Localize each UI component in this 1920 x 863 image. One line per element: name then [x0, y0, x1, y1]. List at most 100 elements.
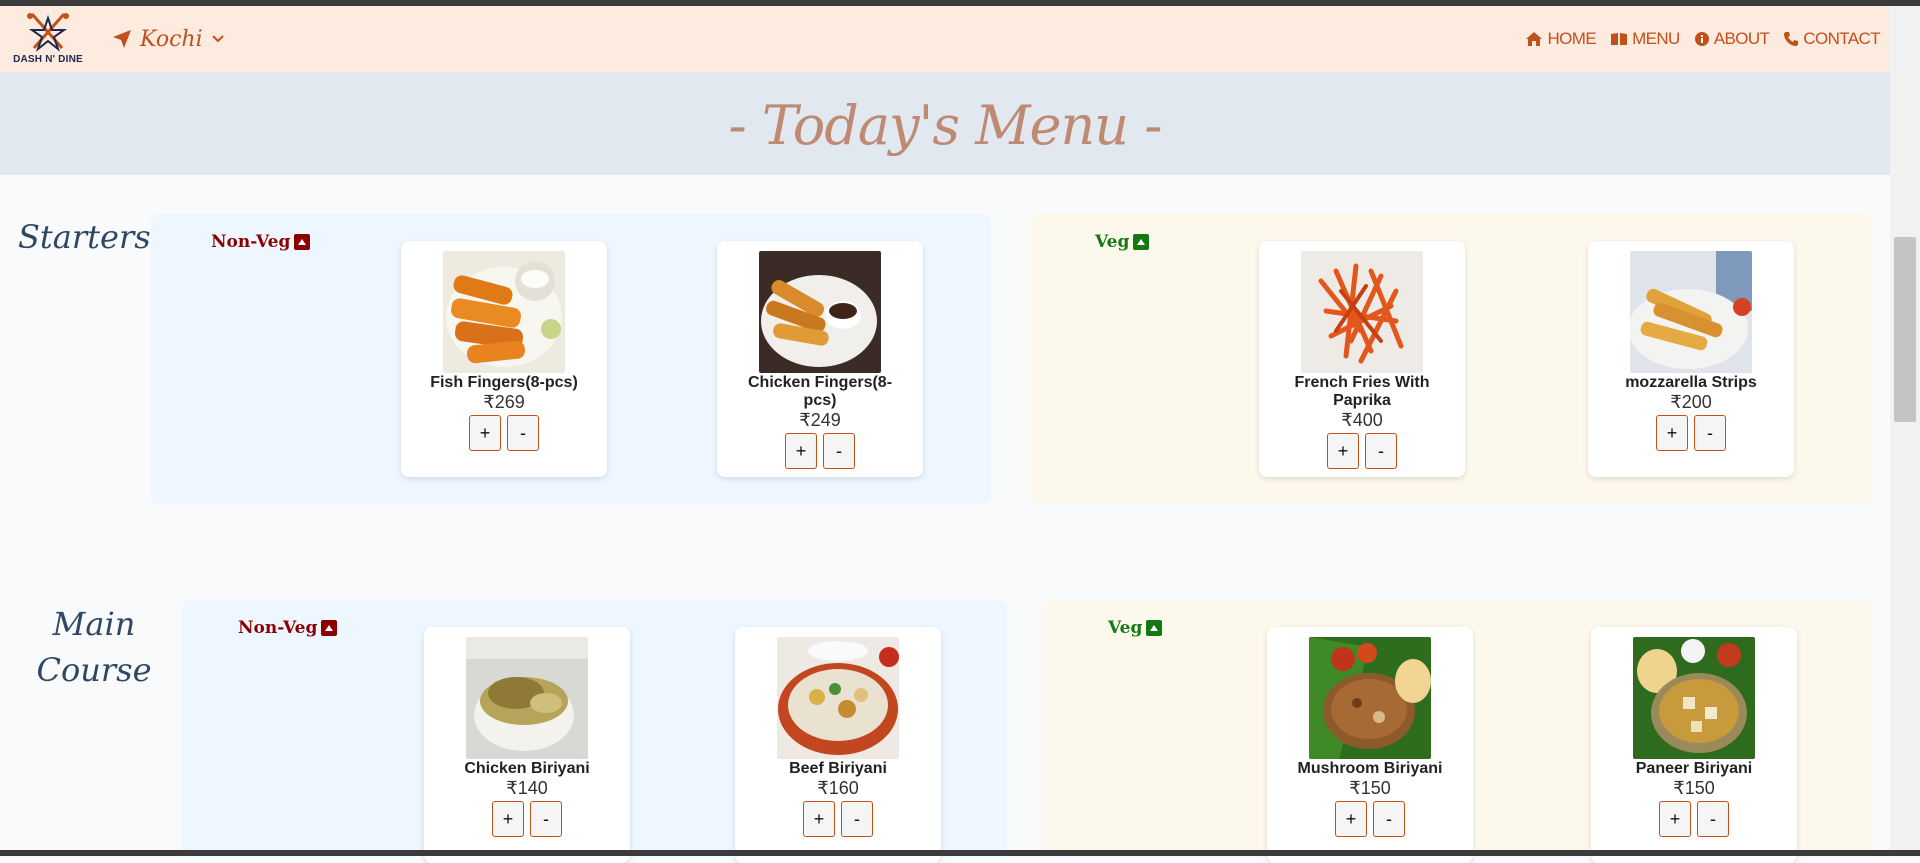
location-selector[interactable]: Kochi	[112, 24, 225, 54]
remove-button[interactable]: -	[823, 433, 855, 469]
food-image-french-fries	[1301, 251, 1423, 373]
menu-item-card: Chicken Biriyani ₹140 + -	[424, 627, 630, 863]
add-button[interactable]: +	[1327, 433, 1359, 469]
item-name: French Fries With Paprika	[1294, 374, 1430, 409]
nav-links: HOME MENU ABOUT CONTACT	[1525, 24, 1881, 54]
add-button[interactable]: +	[492, 801, 524, 837]
item-price: ₹140	[506, 778, 548, 798]
scrollbar-thumb[interactable]	[1894, 237, 1916, 422]
qty-controls: + -	[1588, 415, 1794, 451]
nav-contact[interactable]: CONTACT	[1783, 29, 1881, 49]
category-label-nonveg: Non-Veg	[211, 232, 311, 252]
menu-item-card: Paneer Biriyani ₹150 + -	[1591, 627, 1797, 863]
nav-home-label: HOME	[1547, 29, 1597, 48]
category-label-text: Non-Veg	[238, 618, 318, 638]
category-label-veg: Veg	[1108, 618, 1163, 638]
nav-menu-label: MENU	[1632, 29, 1680, 48]
nav-contact-label: CONTACT	[1803, 29, 1880, 48]
item-price: ₹200	[1670, 392, 1712, 412]
qty-controls: + -	[424, 801, 630, 837]
section-title-starters: Starters	[18, 218, 151, 256]
remove-button[interactable]: -	[841, 801, 873, 837]
add-button[interactable]: +	[1335, 801, 1367, 837]
item-name: Chicken Biriyani	[464, 760, 590, 777]
add-button[interactable]: +	[469, 415, 501, 451]
add-button[interactable]: +	[1656, 415, 1688, 451]
nonveg-triangle-icon	[321, 620, 338, 636]
nav-about-label: ABOUT	[1713, 29, 1770, 48]
info-icon	[1694, 32, 1709, 46]
logo-icon	[27, 13, 69, 52]
menu-item-card: Chicken Fingers(8-pcs) ₹249 + -	[717, 241, 923, 477]
item-price: ₹269	[483, 392, 525, 412]
category-label-veg: Veg	[1095, 232, 1150, 252]
remove-button[interactable]: -	[507, 415, 539, 451]
remove-button[interactable]: -	[1373, 801, 1405, 837]
add-button[interactable]: +	[1659, 801, 1691, 837]
phone-icon	[1784, 32, 1799, 46]
nav-home[interactable]: HOME	[1525, 29, 1597, 49]
veg-triangle-icon	[1133, 234, 1150, 250]
remove-button[interactable]: -	[1365, 433, 1397, 469]
menu-item-card: Mushroom Biriyani ₹150 + -	[1267, 627, 1473, 863]
item-price: ₹400	[1341, 410, 1383, 430]
nav-menu[interactable]: MENU	[1610, 29, 1680, 49]
item-name: Mushroom Biriyani	[1297, 760, 1443, 777]
location-arrow-icon	[113, 30, 131, 48]
page-title: - Today's Menu -	[728, 93, 1163, 157]
menu-item-card: mozzarella Strips ₹200 + -	[1588, 241, 1794, 477]
remove-button[interactable]: -	[1697, 801, 1729, 837]
menu-item-card: French Fries With Paprika ₹400 + -	[1259, 241, 1465, 477]
location-city: Kochi	[140, 26, 203, 52]
food-image-beef-biriyani	[777, 637, 899, 759]
section-title-main-course: Main Course	[34, 601, 154, 693]
food-image-paneer-biriyani	[1633, 637, 1755, 759]
item-price: ₹150	[1673, 778, 1715, 798]
main-veg-panel: Veg Mushroom Biriyani ₹150 + - Paneer Bi…	[1044, 600, 1872, 863]
brand-logo[interactable]: DASH N' DINE	[8, 10, 88, 70]
category-label-text: Veg	[1095, 232, 1130, 252]
section-title-line1: Main	[52, 605, 136, 643]
veg-triangle-icon	[1146, 620, 1163, 636]
qty-controls: + -	[1259, 433, 1465, 469]
book-open-icon	[1611, 33, 1628, 45]
navbar: DASH N' DINE Kochi HOME MENU ABOUT CONTA…	[0, 6, 1890, 75]
item-name: Fish Fingers(8-pcs)	[430, 374, 578, 391]
remove-button[interactable]: -	[530, 801, 562, 837]
qty-controls: + -	[401, 415, 607, 451]
item-name: Chicken Fingers(8-pcs)	[747, 374, 893, 409]
item-name: Beef Biriyani	[789, 760, 887, 777]
starters-veg-panel: Veg French Fries With Paprika ₹400 + - m…	[1030, 214, 1872, 504]
section-title-line2: Course	[36, 651, 152, 689]
food-image-mozzarella-strips	[1630, 251, 1752, 373]
food-image-chicken-biriyani	[466, 637, 588, 759]
chevron-down-icon	[211, 35, 224, 43]
home-icon	[1526, 32, 1543, 46]
item-name: Paneer Biriyani	[1635, 760, 1753, 777]
menu-item-card: Beef Biriyani ₹160 + -	[735, 627, 941, 863]
nonveg-triangle-icon	[294, 234, 311, 250]
qty-controls: + -	[1591, 801, 1797, 837]
starters-nonveg-panel: Non-Veg Fish Fingers(8-pcs) ₹269 + - Chi…	[151, 214, 991, 504]
category-label-nonveg: Non-Veg	[238, 618, 338, 638]
food-image-fish-fingers	[443, 251, 565, 373]
hero-banner: - Today's Menu -	[0, 75, 1890, 175]
vertical-scrollbar[interactable]	[1890, 6, 1920, 850]
category-label-text: Veg	[1108, 618, 1143, 638]
add-button[interactable]: +	[803, 801, 835, 837]
window-bottom-border	[0, 850, 1920, 856]
item-price: ₹150	[1349, 778, 1391, 798]
item-price: ₹249	[799, 410, 841, 430]
main-nonveg-panel: Non-Veg Chicken Biriyani ₹140 + - Beef B…	[182, 600, 1007, 863]
logo-text: DASH N' DINE	[13, 54, 83, 65]
menu-item-card: Fish Fingers(8-pcs) ₹269 + -	[401, 241, 607, 477]
category-label-text: Non-Veg	[211, 232, 291, 252]
remove-button[interactable]: -	[1694, 415, 1726, 451]
qty-controls: + -	[735, 801, 941, 837]
food-image-chicken-fingers	[759, 251, 881, 373]
nav-about[interactable]: ABOUT	[1694, 29, 1770, 49]
add-button[interactable]: +	[785, 433, 817, 469]
item-name: mozzarella Strips	[1625, 374, 1757, 391]
food-image-mushroom-biriyani	[1309, 637, 1431, 759]
qty-controls: + -	[1267, 801, 1473, 837]
